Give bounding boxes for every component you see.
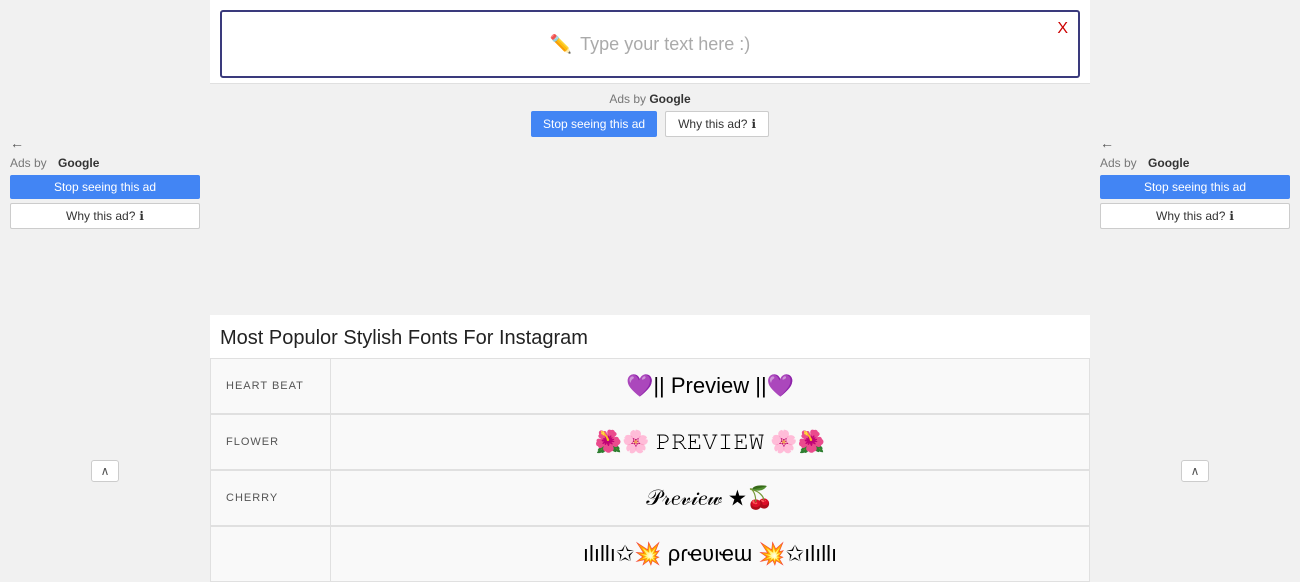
sidebar-left-ads-label: Ads by Google [10, 156, 200, 170]
center-ads-buttons: Stop seeing this ad Why this ad? ℹ [210, 111, 1090, 137]
text-input-wrapper: ✏️ Type your text here :) X [210, 0, 1090, 83]
font-row: CHERRY𝒫𝓇𝑒𝓋𝒾𝑒𝓌 ★🍒 [210, 470, 1090, 526]
close-button[interactable]: X [1057, 20, 1068, 38]
center-stop-button[interactable]: Stop seeing this ad [531, 111, 657, 137]
sidebar-left: ← Ads by Google Stop seeing this ad Why … [0, 0, 210, 582]
input-placeholder-text: Type your text here :) [580, 34, 750, 55]
font-label: CHERRY [211, 471, 331, 525]
font-row: FLOWER🌺🌸 𝙿𝚁𝙴𝚅𝙸𝙴𝚆 🌸🌺 [210, 414, 1090, 470]
sidebar-left-up-arrow[interactable]: ∧ [91, 460, 119, 482]
font-row: ılıllı✩💥 ρɾҽʋιҽɯ 💥✩ılıllı [210, 526, 1090, 582]
sidebar-left-info-icon: ℹ [139, 209, 144, 223]
font-label: FLOWER [211, 415, 331, 469]
font-label [211, 527, 331, 581]
sidebar-right-info-icon: ℹ [1229, 209, 1234, 223]
sidebar-right: ← Ads by Google Stop seeing this ad Why … [1090, 0, 1300, 582]
font-row: HEART BEAT💜|| Preview ||💜 [210, 358, 1090, 414]
center-info-icon: ℹ [751, 117, 756, 131]
main-content: ✏️ Type your text here :) X Ads by Googl… [210, 0, 1090, 582]
ad-content-area [210, 145, 1090, 315]
pencil-icon: ✏️ [550, 34, 572, 55]
center-ads-label: Ads by Google [210, 92, 1090, 106]
font-preview[interactable]: ılıllı✩💥 ρɾҽʋιҽɯ 💥✩ılıllı [331, 527, 1089, 581]
sidebar-right-up-arrow[interactable]: ∧ [1181, 460, 1209, 482]
font-rows-container: HEART BEAT💜|| Preview ||💜FLOWER🌺🌸 𝙿𝚁𝙴𝚅𝙸𝙴… [210, 358, 1090, 582]
text-input-placeholder: ✏️ Type your text here :) [550, 34, 751, 55]
center-why-button[interactable]: Why this ad? ℹ [665, 111, 769, 137]
sidebar-right-back-arrow[interactable]: ← [1100, 135, 1290, 151]
sidebar-right-stop-button[interactable]: Stop seeing this ad [1100, 175, 1290, 199]
sidebar-left-why-button[interactable]: Why this ad? ℹ [10, 203, 200, 229]
sidebar-left-back-arrow[interactable]: ← [10, 135, 200, 151]
font-preview[interactable]: 𝒫𝓇𝑒𝓋𝒾𝑒𝓌 ★🍒 [331, 471, 1089, 525]
sidebar-left-stop-button[interactable]: Stop seeing this ad [10, 175, 200, 199]
sidebar-right-why-button[interactable]: Why this ad? ℹ [1100, 203, 1290, 229]
sidebar-right-ads-label: Ads by Google [1100, 156, 1290, 170]
font-preview[interactable]: 🌺🌸 𝙿𝚁𝙴𝚅𝙸𝙴𝚆 🌸🌺 [331, 415, 1089, 469]
top-ads-bar: Ads by Google Stop seeing this ad Why th… [210, 83, 1090, 145]
font-preview[interactable]: 💜|| Preview ||💜 [331, 359, 1089, 413]
font-label: HEART BEAT [211, 359, 331, 413]
text-input-box[interactable]: ✏️ Type your text here :) X [220, 10, 1080, 78]
section-title: Most Populor Stylish Fonts For Instagram [210, 315, 1090, 358]
